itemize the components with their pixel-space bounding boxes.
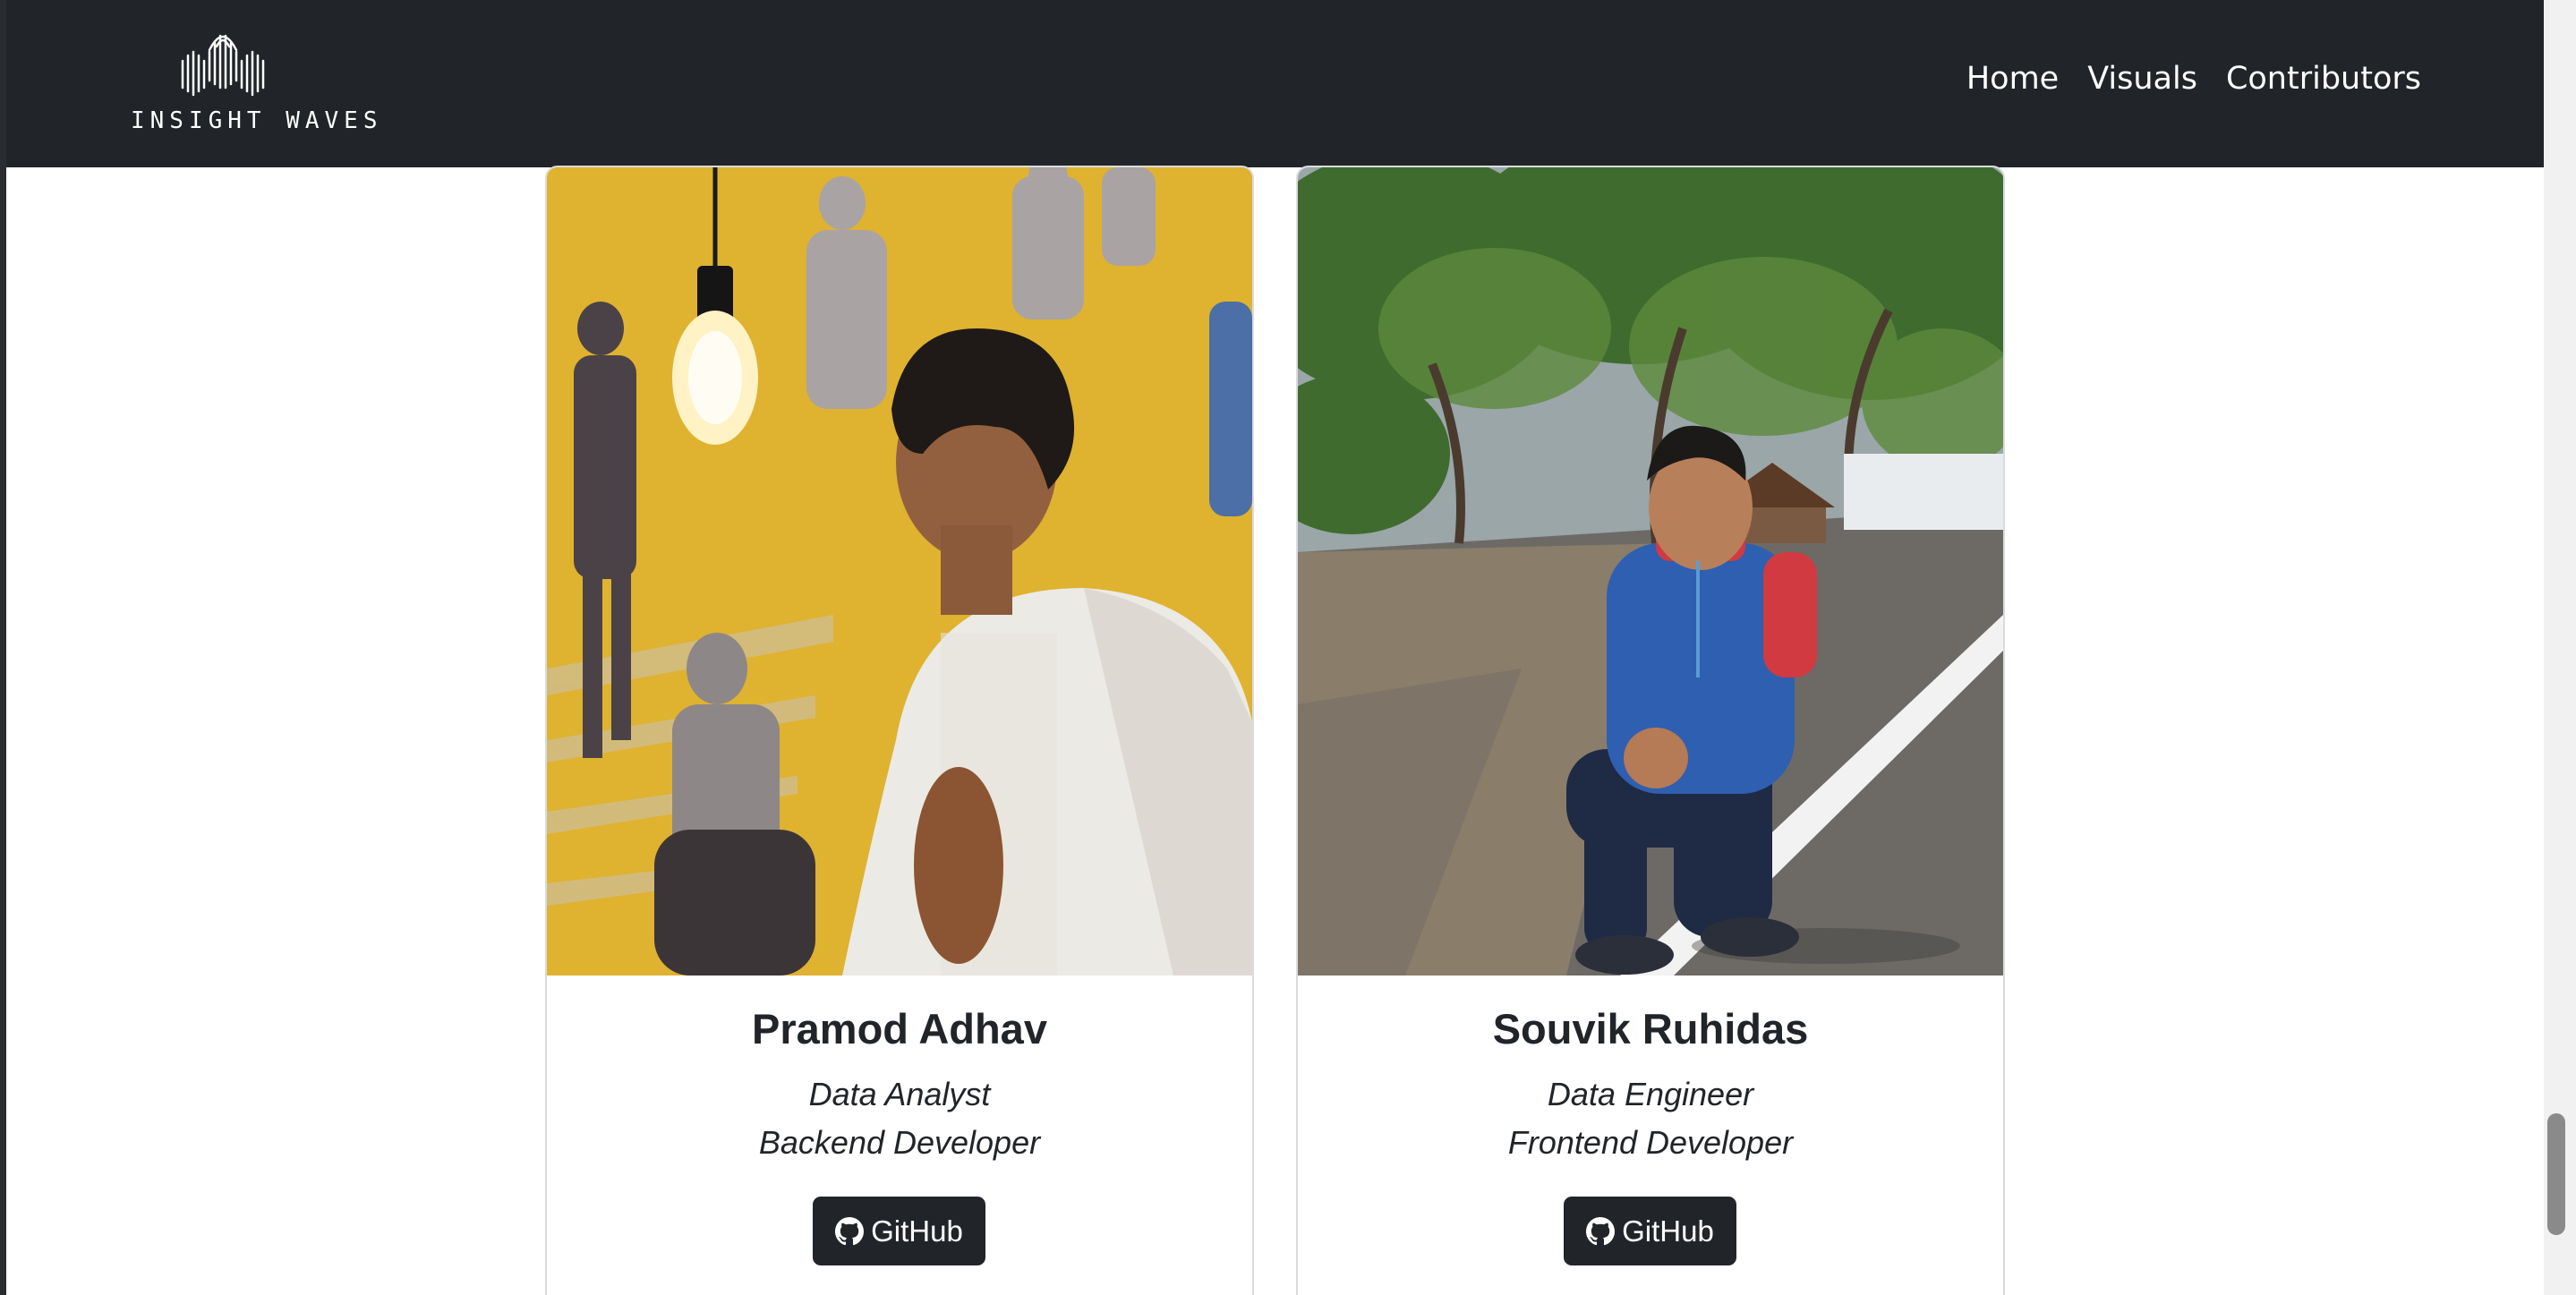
github-button[interactable]: GitHub	[1564, 1197, 1736, 1265]
nav-link-visuals[interactable]: Visuals	[2087, 61, 2197, 97]
nav-link-home[interactable]: Home	[1966, 61, 2059, 97]
insight-waves-logo-icon	[181, 34, 265, 97]
contributor-role: Backend Developer	[758, 1124, 1041, 1161]
contributor-photo	[547, 167, 1252, 976]
contributor-name: Pramod Adhav	[752, 1005, 1047, 1052]
page: INSIGHT WAVES Home Visuals Contributors	[0, 0, 2576, 1295]
navbar: INSIGHT WAVES Home Visuals Contributors	[0, 0, 2544, 167]
github-icon	[835, 1216, 865, 1245]
scrollbar-track[interactable]	[2544, 0, 2576, 1295]
contributor-role: Frontend Developer	[1507, 1124, 1794, 1161]
contributor-name: Souvik Ruhidas	[1492, 1005, 1809, 1052]
contributor-card: Souvik Ruhidas Data Engineer Frontend De…	[1296, 166, 2005, 1295]
nav-links: Home Visuals Contributors	[1966, 61, 2421, 97]
brand-name: INSIGHT WAVES	[131, 107, 383, 134]
window-edge	[0, 0, 6, 1295]
github-button[interactable]: GitHub	[813, 1197, 985, 1265]
contributor-role: Data Engineer	[1547, 1076, 1754, 1112]
github-button-label: GitHub	[871, 1214, 963, 1248]
contributor-role: Data Analyst	[808, 1076, 991, 1112]
github-icon	[1586, 1216, 1616, 1245]
nav-link-contributors[interactable]: Contributors	[2226, 61, 2421, 97]
github-button-label: GitHub	[1622, 1214, 1714, 1248]
contributor-card: Pramod Adhav Data Analyst Backend Develo…	[545, 166, 1254, 1295]
contributor-photo	[1298, 167, 2003, 976]
brand-logo-link[interactable]: INSIGHT WAVES	[131, 25, 383, 141]
scrollbar-thumb[interactable]	[2547, 1113, 2565, 1235]
